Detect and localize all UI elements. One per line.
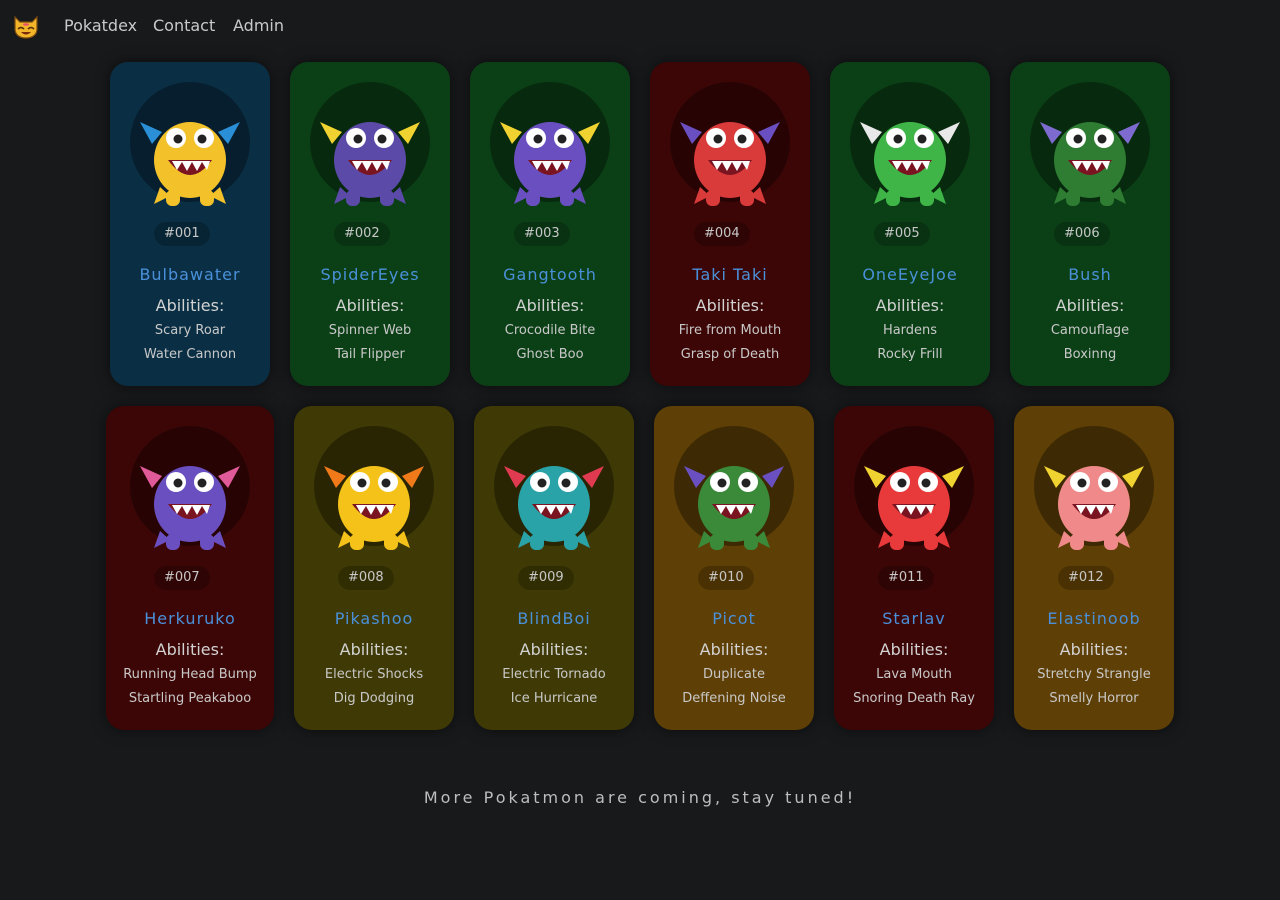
card-name: Elastinoob [1047, 609, 1141, 628]
card-name: Starlav [882, 609, 946, 628]
monster-avatar [854, 426, 974, 550]
monster-avatar [494, 426, 614, 550]
ability-2: Dig Dodging [333, 691, 415, 706]
ability-1: Electric Tornado [502, 667, 606, 682]
card-number-badge: #012 [1058, 566, 1114, 590]
card-name: Herkuruko [144, 609, 236, 628]
abilities-heading: Abilities: [339, 640, 409, 659]
ability-1: Duplicate [703, 667, 765, 682]
monster-avatar [1030, 82, 1150, 206]
nav-link-contact[interactable]: Contact [153, 16, 215, 36]
monster-avatar [850, 82, 970, 206]
pokatmon-card[interactable]: #011 Starlav Abilities: Lava Mouth Snori… [834, 406, 994, 730]
ability-2: Snoring Death Ray [853, 691, 975, 706]
ability-1: Electric Shocks [324, 667, 424, 682]
card-number-badge: #003 [514, 222, 570, 246]
ability-2: Tail Flipper [335, 347, 405, 362]
ability-2: Ghost Boo [516, 347, 584, 362]
abilities-heading: Abilities: [519, 640, 589, 659]
abilities-heading: Abilities: [695, 296, 765, 315]
abilities-heading: Abilities: [699, 640, 769, 659]
abilities-heading: Abilities: [155, 296, 225, 315]
pokatmon-card[interactable]: #012 Elastinoob Abilities: Stretchy Stra… [1014, 406, 1174, 730]
pokatmon-card[interactable]: #003 Gangtooth Abilities: Crocodile Bite… [470, 62, 630, 386]
monster-avatar [1034, 426, 1154, 550]
ability-2: Smelly Horror [1049, 691, 1139, 706]
card-name: Picot [712, 609, 756, 628]
card-name: BlindBoi [517, 609, 591, 628]
abilities-heading: Abilities: [335, 296, 405, 315]
card-name: SpiderEyes [320, 265, 420, 284]
ability-1: Hardens [882, 323, 938, 338]
card-number-badge: #006 [1054, 222, 1110, 246]
abilities-heading: Abilities: [879, 640, 949, 659]
ability-1: Spinner Web [328, 323, 412, 338]
abilities-heading: Abilities: [875, 296, 945, 315]
card-name: OneEyeJoe [862, 265, 958, 284]
card-number-badge: #001 [154, 222, 210, 246]
card-name: Bulbawater [139, 265, 241, 284]
card-number-badge: #008 [338, 566, 394, 590]
pokatmon-card[interactable]: #008 Pikashoo Abilities: Electric Shocks… [294, 406, 454, 730]
ability-2: Rocky Frill [877, 347, 943, 362]
monster-avatar [314, 426, 434, 550]
pokatmon-card[interactable]: #010 Picot Abilities: Duplicate Deffenin… [654, 406, 814, 730]
card-number-badge: #002 [334, 222, 390, 246]
card-name: Taki Taki [692, 265, 768, 284]
ability-2: Startling Peakaboo [128, 691, 252, 706]
ability-1: Running Head Bump [123, 667, 257, 682]
card-number-badge: #010 [698, 566, 754, 590]
ability-2: Deffening Noise [682, 691, 786, 706]
card-number-badge: #005 [874, 222, 930, 246]
ability-1: Stretchy Strangle [1037, 667, 1151, 682]
card-number-badge: #007 [154, 566, 210, 590]
footer-message: More Pokatmon are coming, stay tuned! [423, 788, 857, 807]
pokatmon-card[interactable]: #006 Bush Abilities: Camouflage Boxinng [1010, 62, 1170, 386]
card-number-badge: #011 [878, 566, 934, 590]
ability-1: Scary Roar [154, 323, 226, 338]
ability-1: Camouflage [1050, 323, 1130, 338]
card-name: Gangtooth [503, 265, 597, 284]
ability-1: Lava Mouth [876, 667, 952, 682]
pokatmon-card[interactable]: #002 SpiderEyes Abilities: Spinner Web T… [290, 62, 450, 386]
pokatmon-card[interactable]: #009 BlindBoi Abilities: Electric Tornad… [474, 406, 634, 730]
ability-1: Fire from Mouth [678, 323, 782, 338]
ability-2: Ice Hurricane [510, 691, 598, 706]
pokatmon-card[interactable]: #001 Bulbawater Abilities: Scary Roar Wa… [110, 62, 270, 386]
nav-link-admin[interactable]: Admin [233, 16, 284, 36]
ability-1: Crocodile Bite [504, 323, 596, 338]
monster-avatar [310, 82, 430, 206]
card-name: Pikashoo [334, 609, 414, 628]
pokatmon-card[interactable]: #004 Taki Taki Abilities: Fire from Mout… [650, 62, 810, 386]
ability-2: Boxinng [1063, 347, 1117, 362]
ability-2: Water Cannon [143, 347, 237, 362]
ability-2: Grasp of Death [680, 347, 780, 362]
cat-face-icon[interactable] [12, 13, 40, 39]
monster-avatar [670, 82, 790, 206]
pokatmon-card[interactable]: #005 OneEyeJoe Abilities: Hardens Rocky … [830, 62, 990, 386]
monster-avatar [130, 426, 250, 550]
top-navbar: Pokatdex Contact Admin [0, 0, 1280, 52]
abilities-heading: Abilities: [515, 296, 585, 315]
nav-link-pokatdex[interactable]: Pokatdex [64, 16, 137, 36]
pokatmon-card[interactable]: #007 Herkuruko Abilities: Running Head B… [106, 406, 274, 730]
abilities-heading: Abilities: [155, 640, 225, 659]
monster-avatar [490, 82, 610, 206]
abilities-heading: Abilities: [1059, 640, 1129, 659]
card-number-badge: #009 [518, 566, 574, 590]
card-number-badge: #004 [694, 222, 750, 246]
monster-avatar [674, 426, 794, 550]
abilities-heading: Abilities: [1055, 296, 1125, 315]
card-name: Bush [1068, 265, 1112, 284]
monster-avatar [130, 82, 250, 206]
